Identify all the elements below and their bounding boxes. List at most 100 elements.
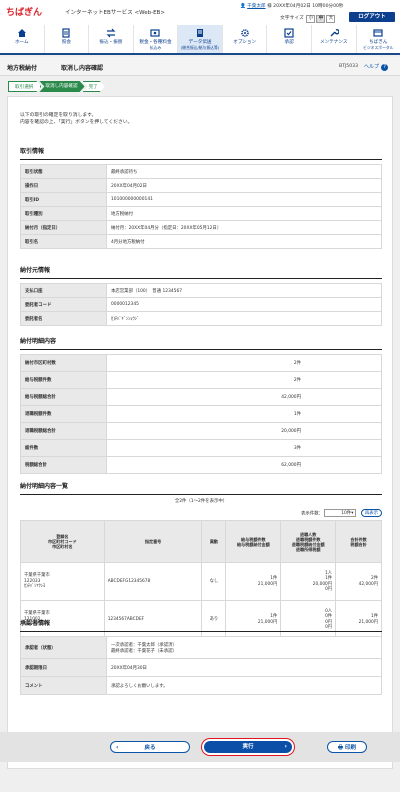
print-button[interactable]: 🖶 印刷 — [327, 741, 367, 753]
row-label: 退職税額件数 — [20, 405, 107, 423]
row-value: 1件 — [106, 405, 382, 423]
service-name: インターネットEBサービス <Web-EB> — [65, 10, 165, 16]
cell-total: 2件 42,000円 — [335, 562, 382, 601]
row-value: 一次承認者：千葉太郎（承認済） 最終承認者：千葉花子（未承認） — [106, 636, 382, 659]
gear-icon — [240, 29, 249, 37]
logout-button[interactable]: ログアウト — [349, 12, 395, 22]
header: ちばぎん インターネットEBサービス <Web-EB> 👤 千葉太郎 様 20X… — [0, 0, 400, 25]
v: 0円 — [325, 587, 333, 592]
help-label: ヘルプ — [364, 64, 380, 70]
intro-text: 以下の取引の確定を取り消します。 内容を確認の上、「実行」ボタンを押してください… — [20, 112, 132, 126]
font-size-label: 文字サイズ — [280, 16, 304, 21]
portal-icon — [373, 29, 383, 37]
nav-label: 承認 — [284, 40, 294, 45]
row-value: 62,000円 — [106, 456, 382, 474]
redisplay-button[interactable]: 再表示 — [360, 509, 382, 517]
user-info: 👤 千葉太郎 様 20XX年04月02日 10時00分00秒 — [240, 3, 344, 9]
section-title: 納付明細内容一覧 — [20, 481, 382, 495]
trade-info-table: 取引状態 最終承認待ち 操作日 20XX年04月02日 取引ID 1010000000… — [20, 164, 382, 249]
row-value: 納付月：20XX年04月分（指定日：20XX年05月12日） — [106, 220, 382, 235]
nav-transfer[interactable]: 振込・振替 — [88, 25, 133, 53]
last-login: 20XX年04月02日 10時00分00秒 — [273, 4, 344, 9]
row-label: 税額総合計 — [20, 456, 107, 474]
row-label: 納付月（指定日） — [20, 220, 107, 235]
user-suffix: 様 — [267, 4, 272, 9]
nav-option[interactable]: オプション — [221, 25, 267, 53]
intro-line: 以下の取引の確定を取り消します。 — [20, 113, 97, 118]
data-icon — [197, 29, 204, 37]
bill-icon — [150, 29, 161, 37]
detail-section: 納付明細内容 納付市区町村数 2件 給与税額件数 2件 給与税額総合計 42,000円… — [20, 336, 382, 474]
transfer-icon — [106, 28, 116, 38]
row-label: 承認期限日 — [20, 658, 107, 677]
nav-tax-payment[interactable]: 税金・各種料金 払込み — [132, 25, 178, 53]
col-header-retire: 退職人数 退職税額件数 退職税額納付金額 退職所得税額 — [280, 520, 337, 563]
document-icon — [62, 28, 70, 38]
v: 最終承認者：千葉花子（未承認） — [111, 648, 177, 654]
nav-label: ホーム — [14, 40, 29, 45]
nav-approval[interactable]: 承認 — [266, 25, 311, 53]
row-label: 取引状態 — [20, 164, 107, 179]
payer-info-section: 納付元情報 支払口座 本店営業部（100） 普通 1234567 委託者コード 00… — [20, 265, 382, 326]
step-indicator: 取引選択 取消し内容確認 完了 — [8, 81, 103, 92]
execute-label: 実行 — [242, 744, 254, 750]
chevron-right-icon: › — [284, 743, 287, 750]
row-value: 101000000000141 — [106, 192, 382, 207]
user-icon: 👤 — [240, 4, 246, 9]
nav-sub-label: ビジネスポータル — [363, 45, 394, 50]
approver-table: 承認者（状態） 一次承認者：千葉太郎（承認済） 最終承認者：千葉花子（未承認） 承認… — [20, 636, 382, 695]
printer-icon: 🖶 — [337, 745, 344, 751]
row-value: 42,000円 — [106, 388, 382, 406]
font-size-small[interactable]: 小 — [306, 15, 316, 23]
row-label: 総件数 — [20, 439, 107, 457]
v: 42,000円 — [358, 581, 378, 587]
help-link[interactable]: ヘルプ? — [364, 63, 389, 71]
font-size-large[interactable]: 大 — [326, 15, 336, 23]
main-panel: 以下の取引の確定を取り消します。 内容を確認の上、「実行」ボタンを押してください… — [7, 96, 393, 769]
trade-info-section: 取引情報 取引状態 最終承認待ち 操作日 20XX年04月02日 取引ID 10100… — [20, 146, 382, 249]
row-label: 取引名 — [20, 234, 107, 249]
col-header-salary: 給与税額件数 給与税額納付金額 — [225, 520, 282, 563]
row-value: 2件 — [106, 354, 382, 372]
row-label: 取引ID — [20, 192, 107, 207]
section-title: 納付元情報 — [20, 265, 382, 279]
cell-salary: 1件 21,000円 — [225, 562, 282, 601]
wrench-icon — [330, 29, 339, 37]
row-label: 委託者コード — [20, 297, 107, 312]
row-label: 退職税額総合計 — [20, 422, 107, 440]
v: 21,000円 — [257, 581, 278, 587]
detail-table: 納付市区町村数 2件 給与税額件数 2件 給与税額総合計 42,000円 退職税額件数… — [20, 354, 382, 474]
col-header-name: 登録名 市区町村コード 市区町村名 — [20, 520, 105, 563]
user-name[interactable]: 千葉太郎 — [247, 4, 265, 9]
section-title: 取引情報 — [20, 146, 382, 160]
nav-maintenance[interactable]: メンテナンス — [310, 25, 356, 53]
execute-button[interactable]: 実行 › — [204, 741, 292, 753]
per-page-value: 10件 — [341, 511, 352, 516]
bank-logo[interactable]: ちばぎん — [6, 5, 42, 18]
row-value: 承認よろしくお願いします。 — [106, 676, 382, 695]
col-header-change: 異動 — [201, 520, 227, 563]
detail-list-section: 納付明細内容一覧 全2件（1～2件を表示中） 表示件数： 10件 ▾ 再表示 登… — [20, 481, 382, 639]
nav-label: メンテナンス — [319, 40, 348, 45]
back-button[interactable]: ‹ 戻る — [110, 741, 190, 753]
nav-data-transfer[interactable]: データ伝送 (総合振込/給与振込等) — [177, 25, 222, 53]
row-label: 取引種別 — [20, 206, 107, 221]
row-label: 承認者（状態） — [20, 636, 107, 659]
font-size-medium[interactable]: 中 — [316, 15, 326, 23]
list-controls: 表示件数： 10件 ▾ 再表示 — [20, 509, 382, 517]
nav-home[interactable]: ホーム — [0, 25, 44, 53]
page-title: 取消し内容確認 — [61, 65, 104, 72]
row-value: 本店営業部（100） 普通 1234567 — [106, 283, 382, 298]
nav-business-portal[interactable]: ちばぎん ビジネスポータル — [355, 25, 400, 53]
row-value: 地方税納付 — [106, 206, 382, 221]
nav-sub-label: (総合振込/給与振込等) — [180, 45, 220, 50]
row-label: 給与税額件数 — [20, 371, 107, 389]
per-page-select[interactable]: 10件 ▾ — [324, 509, 357, 517]
back-label: 戻る — [144, 745, 156, 751]
chevron-down-icon: ▾ — [351, 511, 354, 516]
per-page-label: 表示件数： — [301, 511, 323, 517]
print-label: 印刷 — [345, 745, 357, 751]
table-header-row: 登録名 市区町村コード 市区町村名 指定番号 異動 給与税額件数 給与税額納付金額 退… — [20, 520, 382, 563]
step-select: 取引選択 — [8, 81, 41, 92]
nav-inquiry[interactable]: 照会 — [43, 25, 89, 53]
